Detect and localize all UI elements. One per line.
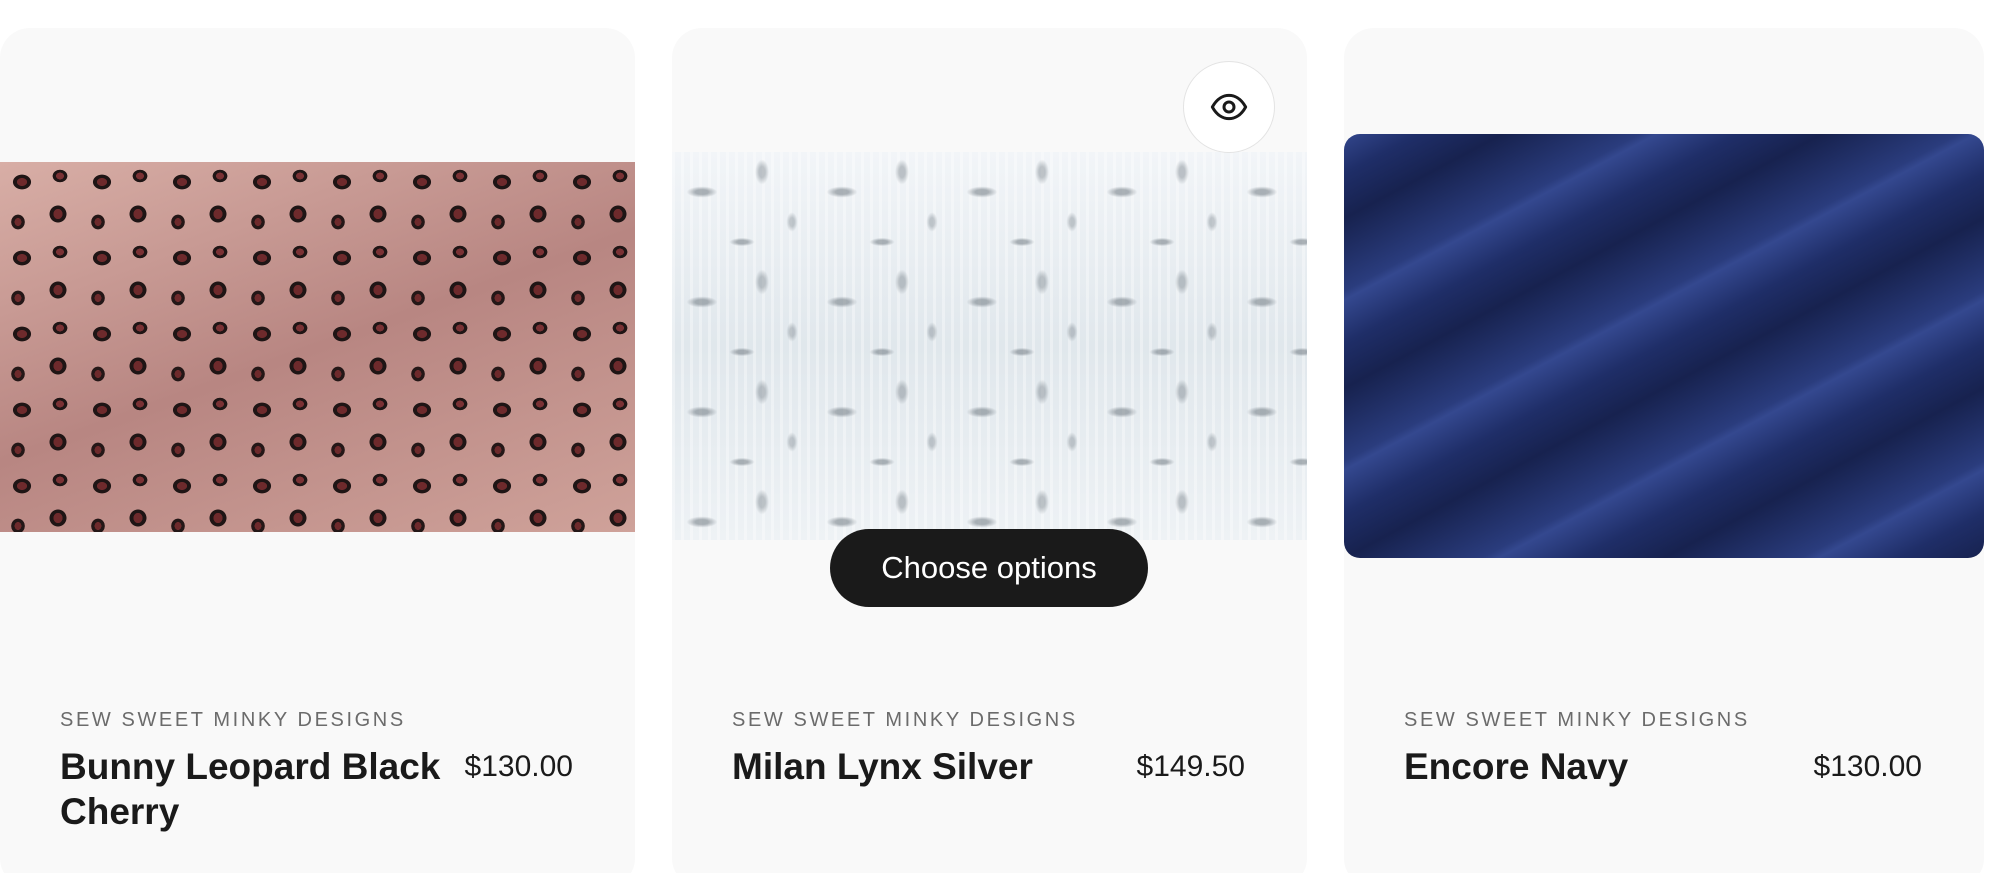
product-vendor: SEW SWEET MINKY DESIGNS: [1404, 709, 1750, 731]
product-info: SEW SWEET MINKY DESIGNS Milan Lynx Silve…: [732, 709, 1245, 789]
product-image[interactable]: [0, 162, 635, 532]
product-price: $130.00: [1813, 750, 1922, 783]
product-title[interactable]: Milan Lynx Silver: [732, 744, 1033, 789]
title-row: Encore Navy $130.00: [1404, 744, 1922, 789]
product-title[interactable]: Bunny Leopard Black Cherry: [60, 744, 445, 834]
quick-view-button[interactable]: [1183, 61, 1275, 153]
eye-icon: [1210, 93, 1248, 121]
product-price: $130.00: [464, 750, 573, 783]
product-info: SEW SWEET MINKY DESIGNS Bunny Leopard Bl…: [60, 709, 573, 834]
choose-options-button[interactable]: Choose options: [830, 529, 1148, 607]
product-price: $149.50: [1136, 750, 1245, 783]
product-card[interactable]: SEW SWEET MINKY DESIGNS Bunny Leopard Bl…: [0, 28, 635, 873]
product-grid: SEW SWEET MINKY DESIGNS Bunny Leopard Bl…: [0, 0, 1991, 873]
title-row: Bunny Leopard Black Cherry $130.00: [60, 744, 573, 834]
product-title[interactable]: Encore Navy: [1404, 744, 1628, 789]
product-card[interactable]: Choose options SEW SWEET MINKY DESIGNS M…: [672, 28, 1307, 873]
product-image[interactable]: [1344, 134, 1984, 558]
title-row: Milan Lynx Silver $149.50: [732, 744, 1245, 789]
product-vendor: SEW SWEET MINKY DESIGNS: [732, 709, 1078, 731]
product-info: SEW SWEET MINKY DESIGNS Encore Navy $130…: [1404, 709, 1922, 789]
product-vendor: SEW SWEET MINKY DESIGNS: [60, 709, 406, 731]
product-image[interactable]: [672, 152, 1307, 540]
product-card[interactable]: SEW SWEET MINKY DESIGNS Encore Navy $130…: [1344, 28, 1984, 873]
